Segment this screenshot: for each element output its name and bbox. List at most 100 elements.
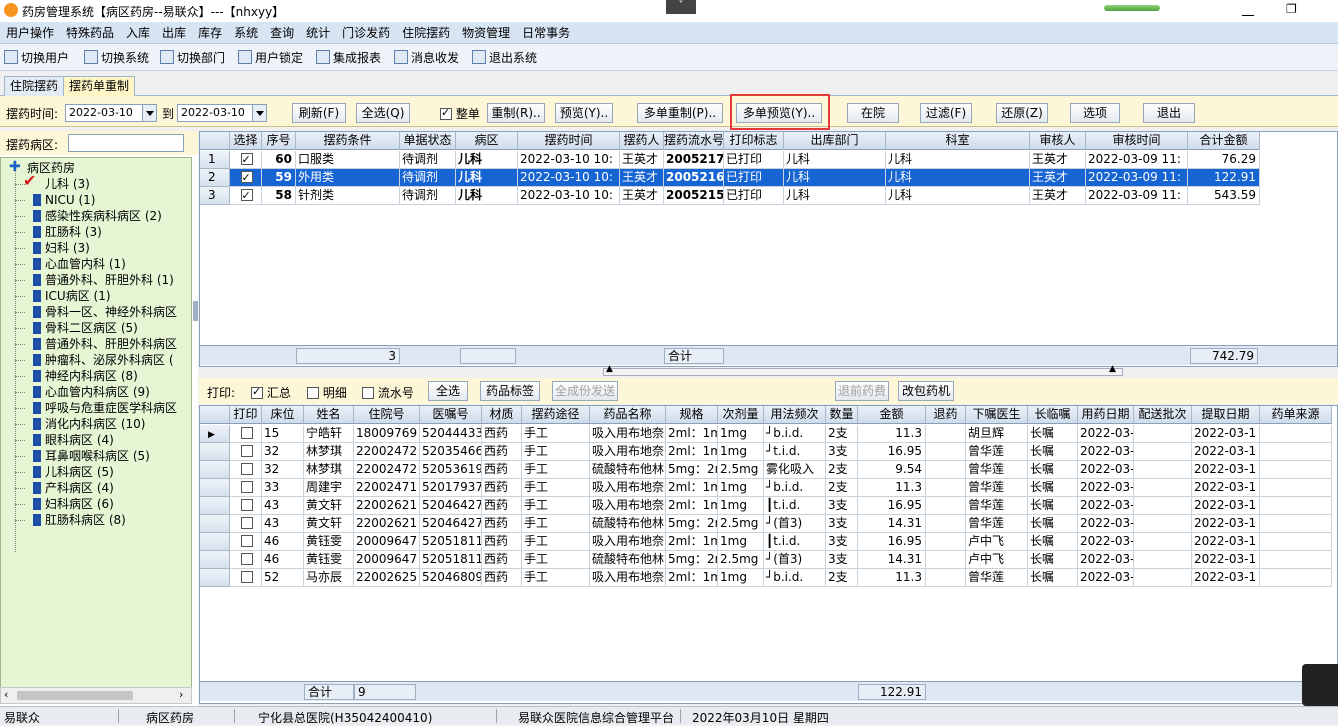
column-header[interactable]: 数量 <box>826 406 858 424</box>
column-header[interactable]: 材质 <box>482 406 522 424</box>
tree-item[interactable]: 普通外科、肝胆外科 (1) <box>15 272 174 288</box>
column-header[interactable]: 次剂量 <box>718 406 764 424</box>
menu-item[interactable]: 系统 <box>228 22 264 44</box>
in-hospital-button[interactable]: 在院 <box>847 103 899 123</box>
toolbar-switch-department-button[interactable]: 切换部门 <box>160 49 225 67</box>
select-all-button[interactable]: 全选(Q) <box>356 103 410 123</box>
column-header[interactable]: 配送批次 <box>1134 406 1192 424</box>
column-header[interactable]: 用药日期 <box>1078 406 1134 424</box>
tree-item[interactable]: 产科病区 (4) <box>15 480 114 496</box>
print-checkbox[interactable] <box>240 445 253 457</box>
column-header[interactable]: 病区 <box>456 132 518 150</box>
menu-item[interactable]: 入库 <box>120 22 156 44</box>
column-header[interactable]: 打印标志 <box>724 132 784 150</box>
column-header[interactable]: 选择 <box>230 132 262 150</box>
filter-button[interactable]: 过滤(F) <box>920 103 972 123</box>
tree-item[interactable]: 妇科病区 (6) <box>15 496 114 512</box>
toolbar-report-button[interactable]: 集成报表 <box>316 49 381 67</box>
redo-button[interactable]: 重制(R).. <box>487 103 545 123</box>
repack-machine-button[interactable]: 改包药机 <box>898 381 954 401</box>
column-header[interactable]: 规格 <box>666 406 718 424</box>
print-checkbox[interactable] <box>240 481 253 493</box>
toolbar-switch-user-button[interactable]: 切换用户 <box>4 49 69 67</box>
column-header[interactable]: 床位 <box>262 406 304 424</box>
column-header[interactable]: 退药 <box>926 406 966 424</box>
menu-item[interactable]: 特殊药品 <box>60 22 120 44</box>
row-select-checkbox[interactable] <box>240 187 253 204</box>
row-header[interactable] <box>200 443 230 461</box>
collapse-up-icon[interactable]: ▲ <box>606 364 613 374</box>
send-components-button[interactable]: 全成份发送 <box>552 381 618 401</box>
table-cell[interactable] <box>230 151 262 169</box>
column-header[interactable]: 提取日期 <box>1192 406 1260 424</box>
table-cell[interactable] <box>230 169 262 187</box>
menu-item[interactable]: 库存 <box>192 22 228 44</box>
menu-item[interactable]: 出库 <box>156 22 192 44</box>
column-header[interactable]: 单据状态 <box>400 132 456 150</box>
table-cell[interactable] <box>230 187 262 205</box>
row-select-checkbox[interactable] <box>240 151 253 168</box>
tree-item[interactable]: 普通外科、肝胆外科病区 <box>15 336 177 352</box>
column-header[interactable]: 摆药时间 <box>518 132 620 150</box>
column-header[interactable]: 摆药条件 <box>296 132 400 150</box>
date-to-picker[interactable]: 2022-03-10 <box>177 104 267 122</box>
restore-button[interactable]: ❐ <box>1286 2 1297 16</box>
options-button[interactable]: 选项 <box>1070 103 1120 123</box>
menu-item[interactable]: 查询 <box>264 22 300 44</box>
column-header[interactable]: 药单来源 <box>1260 406 1332 424</box>
tree-item[interactable]: ICU病区 (1) <box>15 288 111 304</box>
column-header[interactable]: 医嘱号 <box>420 406 482 424</box>
menu-item[interactable]: 物资管理 <box>456 22 516 44</box>
ward-search-input[interactable] <box>68 134 184 152</box>
print-summary-checkbox[interactable] <box>251 385 263 399</box>
tree-item[interactable]: 儿科病区 (5) <box>15 464 114 480</box>
column-header[interactable]: 长临嘱 <box>1028 406 1078 424</box>
column-header[interactable]: 摆药人 <box>620 132 664 150</box>
tree-item[interactable]: 眼科病区 (4) <box>15 432 114 448</box>
menu-item[interactable]: 日常事务 <box>516 22 576 44</box>
column-header[interactable]: 摆药途径 <box>522 406 590 424</box>
table-cell[interactable] <box>230 515 262 533</box>
tree-item[interactable]: 心血管内科 (1) <box>15 256 126 272</box>
column-header[interactable]: 审核人 <box>1030 132 1086 150</box>
print-checkbox[interactable] <box>240 517 253 529</box>
row-header[interactable]: 3 <box>200 187 230 205</box>
collapse-down-icon[interactable]: ▲ <box>1109 364 1116 374</box>
print-checkbox[interactable] <box>240 463 253 475</box>
toolbar-switch-system-button[interactable]: 切换系统 <box>84 49 149 67</box>
column-header[interactable]: 用法频次 <box>764 406 826 424</box>
column-header[interactable]: 摆药流水号 <box>664 132 724 150</box>
print-detail-checkbox[interactable] <box>307 387 319 399</box>
toolbar-exit-button[interactable]: 退出系统 <box>472 49 537 67</box>
tree-item[interactable]: 感染性疾病科病区 (2) <box>15 208 162 224</box>
chevron-down-icon[interactable] <box>142 105 156 121</box>
splitter-bar[interactable]: ▲ ▲ <box>603 364 1123 376</box>
print-checkbox[interactable] <box>240 499 253 511</box>
row-header[interactable]: 2 <box>200 169 230 187</box>
table-cell[interactable] <box>230 497 262 515</box>
table-cell[interactable] <box>230 479 262 497</box>
overlay-widget[interactable] <box>1302 664 1338 706</box>
tree-item[interactable]: 骨科一区、神经外科病区 <box>15 304 177 320</box>
row-select-checkbox[interactable] <box>240 169 253 186</box>
row-header[interactable] <box>200 497 230 515</box>
column-header[interactable]: 住院号 <box>354 406 420 424</box>
print-serial-checkbox[interactable] <box>362 387 374 399</box>
menu-item[interactable]: 门诊发药 <box>336 22 396 44</box>
tree-item[interactable]: 肛肠科 (3) <box>15 224 102 240</box>
tree-item[interactable]: 骨科二区病区 (5) <box>15 320 138 336</box>
tree-item[interactable]: NICU (1) <box>15 192 96 208</box>
column-header[interactable]: 药品名称 <box>590 406 666 424</box>
print-select-all-button[interactable]: 全选 <box>428 381 468 401</box>
refresh-button[interactable]: 刷新(F) <box>292 103 346 123</box>
column-header[interactable]: 出库部门 <box>784 132 886 150</box>
tree-item[interactable]: 妇科 (3) <box>15 240 90 256</box>
tree-item[interactable]: 耳鼻咽喉科病区 (5) <box>15 448 150 464</box>
scroll-left-icon[interactable]: ‹ <box>4 688 8 701</box>
print-checkbox[interactable] <box>240 427 253 439</box>
exit-button[interactable]: 退出 <box>1143 103 1195 123</box>
row-header[interactable] <box>200 551 230 569</box>
row-header[interactable]: ▶ <box>200 425 230 443</box>
chevron-down-icon[interactable] <box>252 105 266 121</box>
table-cell[interactable] <box>230 461 262 479</box>
